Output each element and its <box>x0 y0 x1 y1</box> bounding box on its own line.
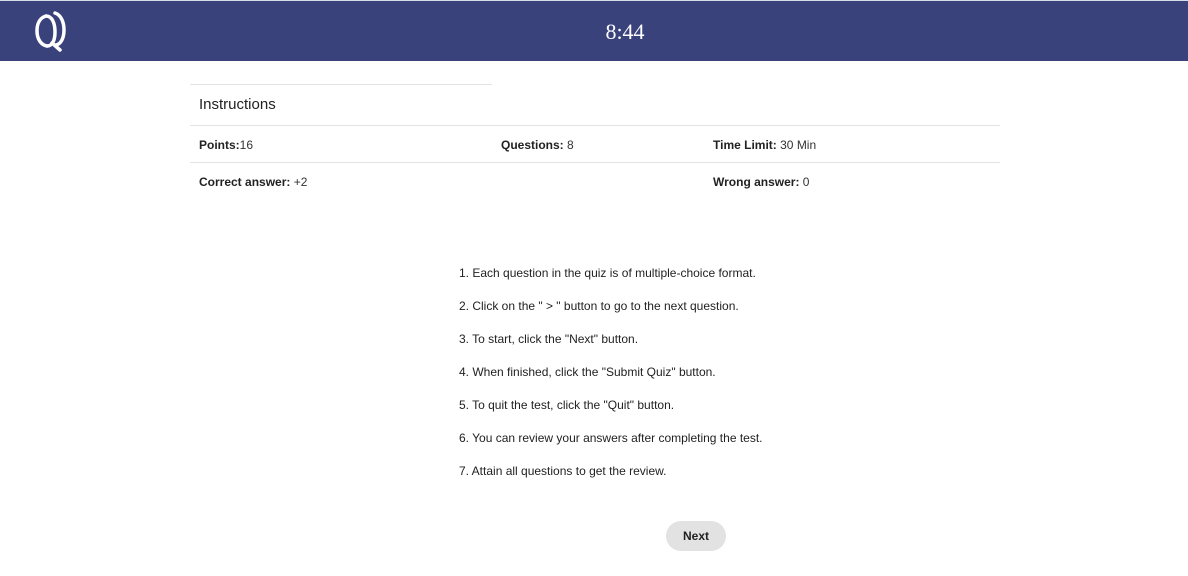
divider <box>190 162 1000 163</box>
wrong-answer-info: Wrong answer: 0 <box>713 175 809 189</box>
time-limit-label: Time Limit: <box>713 138 777 152</box>
correct-answer-label: Correct answer: <box>199 175 291 189</box>
instructions-title: Instructions <box>199 96 276 113</box>
rule-item: 5. To quit the test, click the "Quit" bu… <box>459 398 675 412</box>
rules-list: 1. Each question in the quiz is of multi… <box>459 266 763 497</box>
rule-item: 7. Attain all questions to get the revie… <box>459 464 667 478</box>
rule-item: 6. You can review your answers after com… <box>459 431 763 445</box>
correct-answer-value: +2 <box>290 175 308 189</box>
wrong-answer-value: 0 <box>799 175 810 189</box>
questions-label: Questions: <box>501 138 564 152</box>
top-bar: 8:44 <box>0 0 1188 61</box>
next-button[interactable]: Next <box>666 521 726 551</box>
points-value: 16 <box>239 138 254 152</box>
time-limit-value: 30 Min <box>776 138 817 152</box>
questions-info: Questions: 8 <box>501 138 574 152</box>
rule-item: 3. To start, click the "Next" button. <box>459 332 639 346</box>
divider <box>190 125 1000 126</box>
questions-value: 8 <box>563 138 574 152</box>
countdown-timer: 8:44 <box>605 19 645 44</box>
instructions-tab-rule <box>190 84 492 85</box>
wrong-answer-label: Wrong answer: <box>713 175 800 189</box>
points-info: Points:16 <box>199 138 253 152</box>
time-limit-info: Time Limit: 30 Min <box>713 138 816 152</box>
correct-answer-info: Correct answer: +2 <box>199 175 307 189</box>
rule-item: 1. Each question in the quiz is of multi… <box>459 266 756 280</box>
points-label: Points: <box>199 138 240 152</box>
rule-item: 2. Click on the " > " button to go to th… <box>459 299 739 313</box>
rule-item: 4. When finished, click the "Submit Quiz… <box>459 365 716 379</box>
